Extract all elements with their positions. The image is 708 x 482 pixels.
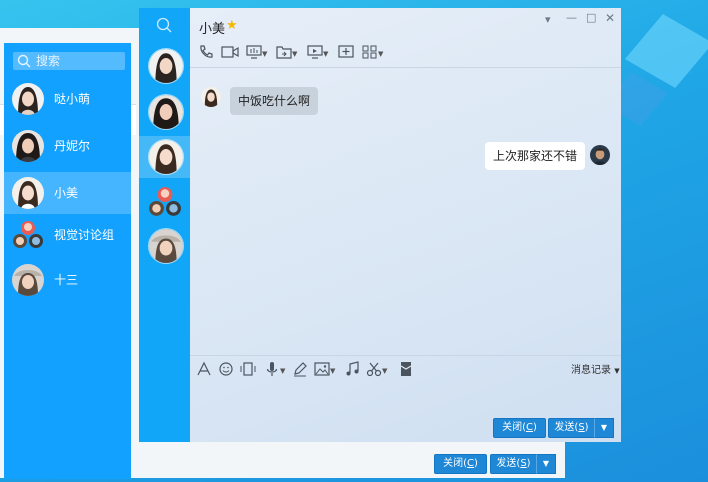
back-send-label: 发送( [496, 458, 521, 469]
message-bubble-received: 中饭吃什么啊 [230, 87, 319, 115]
group-avatar [12, 219, 44, 251]
session-avatar-strip [139, 8, 190, 442]
contact-item[interactable]: 哒小萌 [4, 78, 131, 120]
draw-icon[interactable] [292, 361, 310, 379]
self-avatar[interactable] [590, 145, 610, 165]
sender-avatar[interactable] [201, 87, 221, 107]
image-icon[interactable]: ▼ [314, 361, 335, 379]
contact-name: 哒小萌 [54, 92, 91, 106]
shake-icon[interactable] [239, 361, 257, 379]
send-button[interactable]: 发送(S) [548, 418, 595, 438]
back-close-key: C [467, 458, 474, 469]
close-button[interactable]: 关闭(C) [493, 418, 546, 438]
back-send-options-button[interactable]: ▼ [536, 454, 556, 474]
minimize-icon[interactable]: — [566, 11, 577, 24]
contact-item[interactable]: 视觉讨论组 [4, 214, 131, 256]
send-paren: ) [584, 422, 589, 433]
contact-name: 十三 [54, 273, 79, 287]
message-bubble-sent: 上次那家还不错 [485, 142, 586, 170]
remote-desktop-icon[interactable]: ▼ [307, 44, 328, 62]
star-icon[interactable]: ★ [226, 18, 238, 33]
back-close-paren: ) [473, 458, 478, 469]
session-group-avatar[interactable] [148, 185, 182, 219]
session-avatar[interactable] [148, 48, 184, 84]
toolbar-divider [190, 67, 621, 68]
file-transfer-icon[interactable]: ▼ [276, 44, 297, 62]
search-icon[interactable] [156, 17, 172, 33]
contact-list-panel: 搜索 哒小萌 丹妮尔 小美 视觉讨论组 十三 [4, 43, 131, 479]
send-label: 发送( [554, 422, 579, 433]
session-avatar[interactable] [148, 139, 184, 175]
avatar [12, 264, 44, 296]
add-member-icon[interactable] [338, 44, 356, 62]
chat-window: 小美 ★ ▾ — □ ✕ ▼ ▼ ▼ ▼ 中饭吃什么啊 上次那家还不错 ▼ ▼ … [190, 8, 621, 442]
back-close-button[interactable]: 关闭(C) [434, 454, 487, 474]
apps-grid-icon[interactable]: ▼ [362, 44, 383, 62]
voice-message-icon[interactable]: ▼ [264, 361, 285, 379]
avatar [12, 83, 44, 115]
dropdown-icon[interactable]: ▾ [545, 13, 551, 26]
back-close-label: 关闭( [443, 458, 467, 469]
close-icon[interactable]: ✕ [605, 11, 615, 25]
chat-title: 小美 [199, 22, 226, 37]
close-paren: ) [532, 422, 537, 433]
contact-name: 小美 [54, 186, 79, 200]
music-icon[interactable] [344, 361, 362, 379]
close-key: C [526, 422, 533, 433]
search-icon [17, 54, 31, 68]
contact-name: 丹妮尔 [54, 139, 91, 153]
chevron-down-icon: ▼ [614, 367, 620, 375]
screenshot-icon[interactable]: ▼ [366, 361, 387, 379]
session-avatar[interactable] [148, 228, 184, 264]
contact-item[interactable]: 十三 [4, 259, 131, 301]
voice-call-icon[interactable] [198, 44, 216, 62]
video-call-icon[interactable] [221, 44, 239, 62]
contact-item-active[interactable]: 小美 [4, 172, 131, 214]
input-divider [190, 355, 621, 356]
avatar [12, 177, 44, 209]
contact-item[interactable]: 丹妮尔 [4, 125, 131, 167]
send-options-button[interactable]: ▼ [594, 418, 614, 438]
emoji-icon[interactable] [218, 361, 236, 379]
red-packet-icon[interactable] [398, 361, 416, 379]
message-history-label: 消息记录 [571, 365, 611, 376]
close-label: 关闭( [502, 422, 526, 433]
avatar [12, 130, 44, 162]
contact-name: 视觉讨论组 [54, 228, 115, 242]
message-history-button[interactable]: 消息记录 ▼ [571, 361, 620, 376]
screen-share-icon[interactable]: ▼ [246, 44, 267, 62]
back-send-paren: ) [526, 458, 531, 469]
search-input[interactable]: 搜索 [13, 52, 125, 70]
session-avatar[interactable] [148, 94, 184, 130]
back-send-button[interactable]: 发送(S) [490, 454, 537, 474]
font-icon[interactable] [196, 361, 214, 379]
maximize-icon[interactable]: □ [586, 11, 596, 24]
search-placeholder: 搜索 [36, 54, 61, 68]
